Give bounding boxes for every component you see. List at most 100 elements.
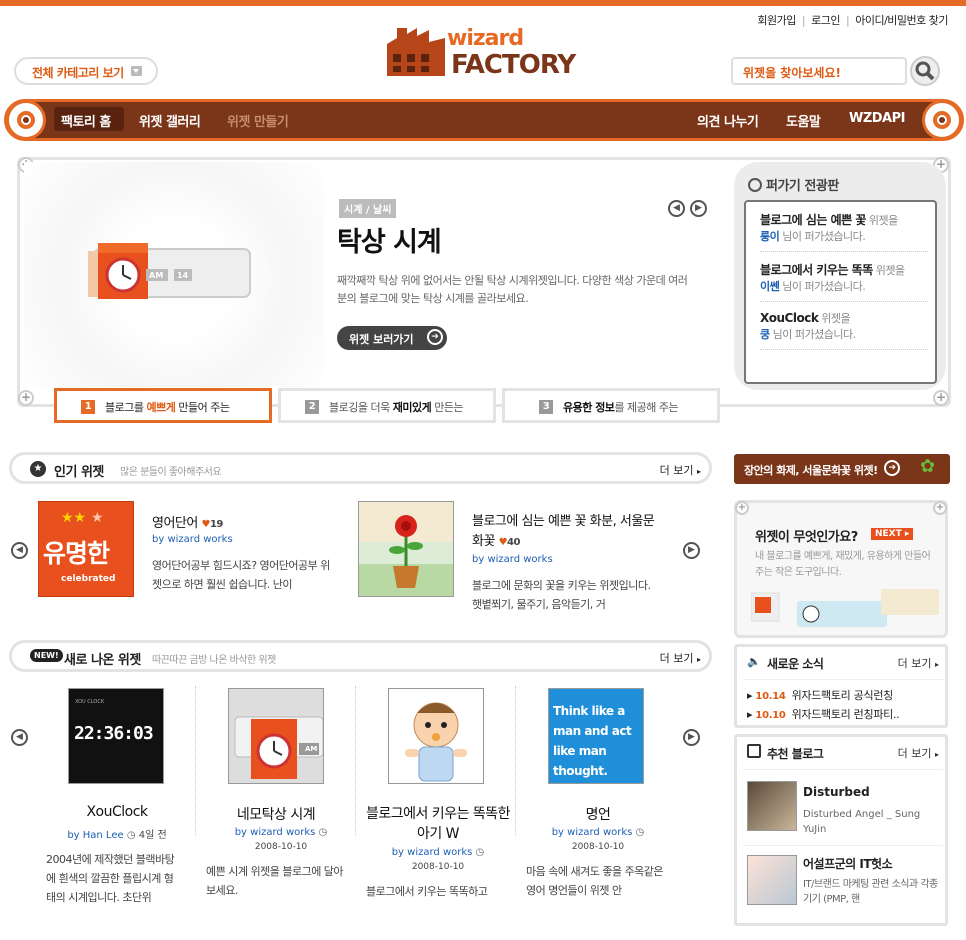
new-prev-button[interactable]: ◀ bbox=[11, 729, 28, 746]
tab-fun[interactable]: 2 블로깅을 더욱 재미있게 만든는 bbox=[278, 388, 496, 423]
share-board-list: 블로그에 심는 예쁜 꽃 위젯을 룽이 님이 퍼가셨습니다. 블로그에서 키우는 … bbox=[744, 200, 937, 384]
divider bbox=[743, 845, 943, 846]
star-empty-icon: ★ bbox=[91, 510, 104, 526]
hero-prev-button[interactable]: ◀ bbox=[668, 200, 685, 217]
widget-author[interactable]: by wizard works bbox=[552, 827, 633, 838]
flower-pot-icon bbox=[359, 502, 453, 596]
arrow-right-icon: ➔ bbox=[427, 329, 443, 345]
widget-title[interactable]: 네모탁상 시계 bbox=[198, 804, 354, 824]
clock-icon: ◷ bbox=[635, 827, 645, 838]
popular-next-button[interactable]: ▶ bbox=[683, 542, 700, 559]
find-account-link[interactable]: 아이디/비밀번호 찾기 bbox=[855, 14, 948, 27]
widget-author[interactable]: by wizard works bbox=[152, 534, 233, 545]
blog-name[interactable]: 어설프군의 IT헛소 bbox=[803, 855, 893, 872]
nav-make-widget[interactable]: 위젯 만들기 bbox=[227, 111, 289, 130]
flip-clock-digits: 22:36:03 bbox=[74, 723, 154, 744]
arrow-right-icon: ➔ bbox=[884, 460, 900, 476]
column-divider bbox=[355, 686, 356, 836]
widget-title[interactable]: XouClock bbox=[40, 804, 194, 820]
divider bbox=[743, 679, 943, 680]
nav-widget-gallery[interactable]: 위젯 갤러리 bbox=[139, 111, 201, 130]
news-text: 위자드팩토리 공식런칭 bbox=[791, 689, 894, 702]
chevron-right-icon: ▶ bbox=[688, 732, 695, 742]
widget-description: 예쁜 시계 위젯을 블로그에 달아보세요. bbox=[206, 865, 344, 897]
board-tail: 님이 퍼가셨습니다. bbox=[779, 280, 866, 293]
widget-illustration-icon bbox=[751, 589, 939, 627]
share-board-item[interactable]: 블로그에서 키우는 똑똑 위젯을 이쎈 님이 퍼가셨습니다. bbox=[760, 262, 928, 302]
nav-wzdapi[interactable]: WZDAPI bbox=[849, 111, 905, 126]
news-date: 10.10 bbox=[755, 710, 786, 721]
widget-date: 2008-10-10 bbox=[411, 862, 465, 872]
signup-link[interactable]: 회원가입 bbox=[757, 14, 796, 27]
widget-date: 2008-10-10 bbox=[571, 842, 625, 852]
tab-number: 1 bbox=[81, 400, 95, 414]
corner-plus-icon: + bbox=[933, 390, 949, 406]
widget-title[interactable]: 블로그에 심는 예쁜 꽃 화분, 서울문화꽃 ♥40 bbox=[472, 512, 662, 553]
chevron-right-icon: ▸ bbox=[934, 660, 939, 669]
blog-avatar[interactable] bbox=[747, 855, 797, 905]
widget-thumbnail[interactable]: AM bbox=[228, 688, 324, 784]
share-board-item[interactable]: 블로그에 심는 예쁜 꽃 위젯을 룽이 님이 퍼가셨습니다. bbox=[760, 212, 928, 252]
new-more-link[interactable]: 더 보기 ▸ bbox=[660, 650, 701, 666]
nav-help[interactable]: 도움말 bbox=[786, 111, 821, 130]
blog-name[interactable]: Disturbed bbox=[803, 785, 870, 799]
view-widget-label: 위젯 보러가기 bbox=[349, 333, 414, 346]
search-button[interactable] bbox=[910, 56, 940, 86]
hero-description: 째깍째깍 탁상 위에 없어서는 안될 탁상 시계위젯입니다. 다양한 색상 가운… bbox=[337, 274, 688, 305]
account-links: 회원가입 | 로그인 | 아이디/비밀번호 찾기 bbox=[751, 12, 948, 28]
widget-title[interactable]: 명언 bbox=[520, 804, 676, 824]
popular-more-link[interactable]: 더 보기 ▸ bbox=[660, 462, 701, 478]
widget-title[interactable]: 영어단어 ♥19 bbox=[152, 512, 223, 531]
share-board-title: 퍼가기 전광판 bbox=[748, 175, 839, 194]
tab-number: 2 bbox=[305, 400, 319, 414]
thumb-translation: celebrated bbox=[61, 574, 116, 584]
new-widgets-header: NEW! 새로 나온 위젯 따끈따끈 금방 나온 바삭한 위젯 더 보기 ▸ bbox=[9, 640, 712, 672]
widget-author[interactable]: by wizard works bbox=[392, 847, 473, 858]
nav-factory-home[interactable]: 팩토리 홈 bbox=[54, 107, 124, 131]
tab-pretty[interactable]: 1 블로그를 예쁘게 만들어 주는 bbox=[54, 388, 272, 423]
widget-thumbnail[interactable] bbox=[388, 688, 484, 784]
news-more-link[interactable]: 더 보기 ▸ bbox=[898, 655, 939, 671]
widget-author[interactable]: by wizard works bbox=[472, 554, 553, 565]
tab-text: 를 제공해 주는 bbox=[614, 401, 679, 414]
logo-line1: wizard bbox=[447, 26, 524, 51]
share-board-item[interactable]: XouClock 위젯을 쿵 님이 퍼가셨습니다. bbox=[760, 310, 928, 350]
clock-am-label: AM bbox=[149, 271, 164, 280]
nav-right-ornament-icon bbox=[922, 100, 962, 140]
news-item[interactable]: ▸ 10.14 위자드팩토리 공식런칭 bbox=[747, 687, 893, 703]
widget-thumbnail[interactable]: XOU CLOCK 22:36:03 bbox=[68, 688, 164, 784]
news-item[interactable]: ▸ 10.10 위자드팩토리 런칭파티.. bbox=[747, 706, 900, 722]
all-categories-label: 전체 카테고리 보기 bbox=[32, 66, 124, 80]
widget-author[interactable]: by Han Lee bbox=[67, 830, 123, 841]
wizard-factory-logo[interactable]: wizard FACTORY bbox=[385, 24, 585, 84]
hero-category-tag[interactable]: 시계 / 날씨 bbox=[339, 199, 397, 218]
popular-widgets-header: ★ 인기 위젯 많은 분들이 좋아해주서요 더 보기 ▸ bbox=[9, 452, 712, 484]
login-link[interactable]: 로그인 bbox=[811, 14, 840, 27]
next-badge[interactable]: NEXT ▸ bbox=[871, 528, 914, 540]
sprout-icon: ✿ bbox=[920, 456, 935, 477]
what-is-widget-panel: + + 위젯이 무엇인가요? NEXT ▸ 내 블로그를 예쁘게, 재밌게, 유… bbox=[734, 500, 948, 638]
like-count: 40 bbox=[507, 537, 520, 548]
tab-text: 만들어 주는 bbox=[175, 401, 230, 414]
tab-useful[interactable]: 3 유용한 정보를 제공해 주는 bbox=[502, 388, 720, 423]
widget-thumbnail[interactable]: ★★ ★ 유명한 celebrated bbox=[38, 501, 134, 597]
blog-description: Disturbed Angel _ Sung YuJin bbox=[803, 809, 921, 835]
view-widget-button[interactable]: 위젯 보러가기 ➔ bbox=[337, 326, 447, 350]
popular-prev-button[interactable]: ◀ bbox=[11, 542, 28, 559]
all-categories-button[interactable]: 전체 카테고리 보기 bbox=[14, 57, 158, 85]
widget-thumbnail[interactable] bbox=[358, 501, 454, 597]
widget-title[interactable]: 블로그에서 키우는 똑똑한 아기 W bbox=[360, 804, 516, 844]
blog-avatar[interactable] bbox=[747, 781, 797, 831]
popular-subtitle: 많은 분들이 좋아해주서요 bbox=[120, 467, 222, 478]
new-next-button[interactable]: ▶ bbox=[683, 729, 700, 746]
new-badge: NEW! bbox=[30, 649, 63, 662]
seoul-flower-banner[interactable]: 장안의 화제, 서울문화꽃 위젯! ➔ ✿ bbox=[734, 454, 950, 484]
widget-description: 블로그에서 키우는 똑똑하고 bbox=[366, 885, 488, 898]
search-input[interactable]: 위젯을 찾아보세요! bbox=[731, 57, 907, 85]
widget-thumbnail[interactable]: Think like a man and act like man though… bbox=[548, 688, 644, 784]
nav-feedback[interactable]: 의견 나누기 bbox=[697, 111, 759, 130]
hero-next-button[interactable]: ▶ bbox=[690, 200, 707, 217]
tab-bold: 유용한 정보 bbox=[563, 401, 615, 414]
widget-author[interactable]: by wizard works bbox=[235, 827, 316, 838]
blogs-more-link[interactable]: 더 보기 ▸ bbox=[898, 745, 939, 761]
